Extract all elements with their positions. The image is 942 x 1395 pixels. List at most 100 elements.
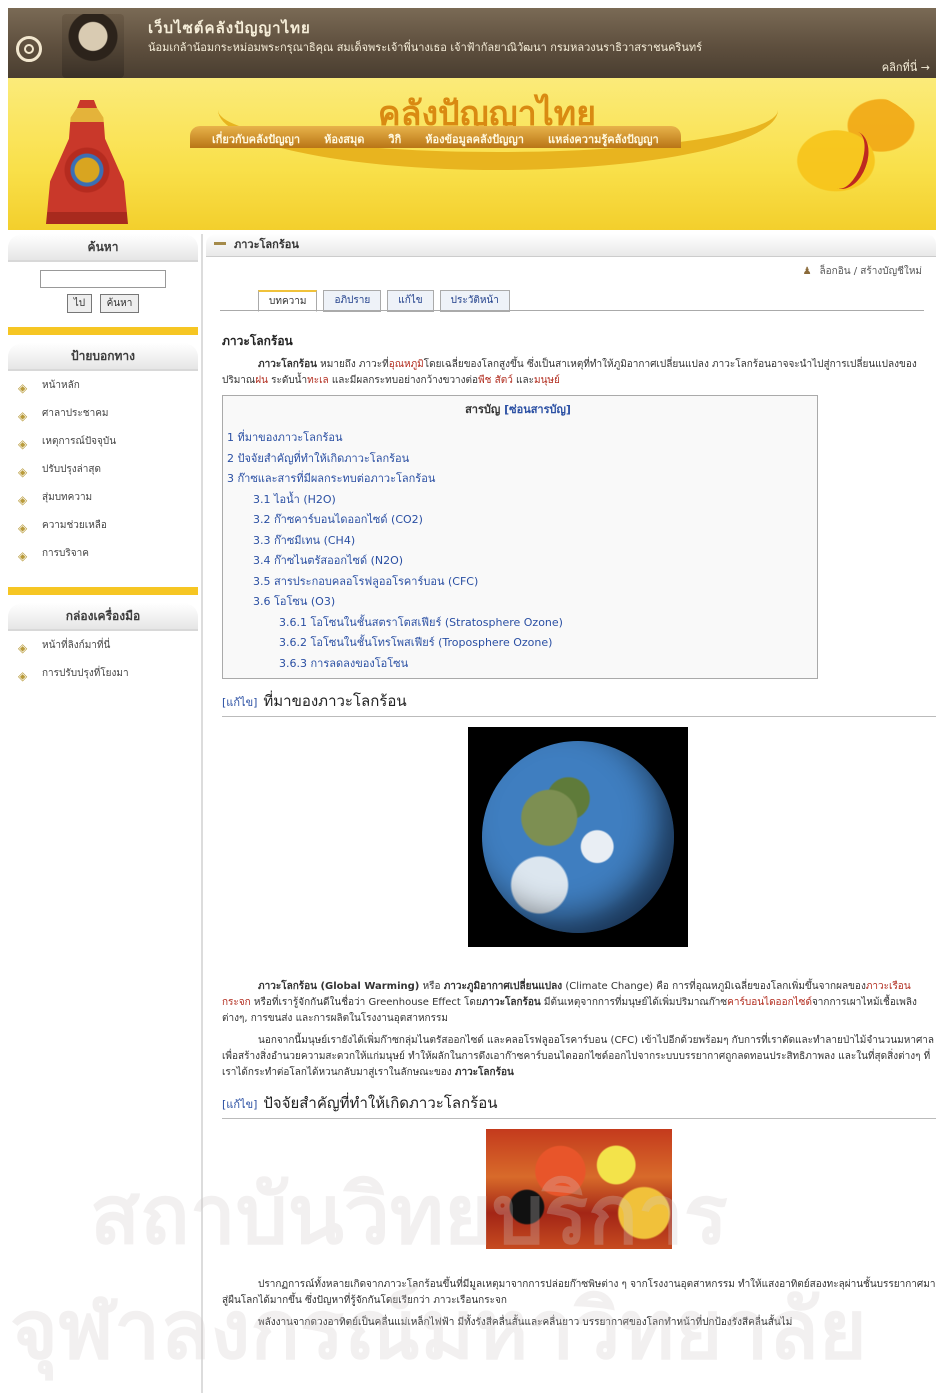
tab-edit[interactable]: แก้ไข <box>387 290 434 312</box>
intro-text: ระดับน้ำ <box>267 375 308 386</box>
user-icon: ♟ <box>802 266 812 277</box>
sidebar-item-donate[interactable]: ◈ การบริจาค <box>18 545 198 573</box>
section-title: ปัจจัยสำคัญที่ทำให้เกิดภาวะโลกร้อน <box>263 1094 498 1112</box>
sidebar-item-label: ปรับปรุงล่าสุด <box>42 464 102 475</box>
toc-item[interactable]: 3.2 ก๊าซคาร์บอนไดออกไซด์ (CO2) <box>227 510 809 531</box>
sidebar-item-label: หน้าหลัก <box>42 380 80 391</box>
sidebar-item-label: การปรับปรุงที่โยงมา <box>42 668 129 679</box>
search-button[interactable]: ค้นหา <box>99 294 140 313</box>
toc-item[interactable]: 3.5 สารประกอบคลอโรฟลูออโรคาร์บอน (CFC) <box>227 572 809 593</box>
toc-toggle[interactable]: [ซ่อนสารบัญ] <box>504 403 571 416</box>
diamond-bullet-icon: ◈ <box>18 465 28 479</box>
human-link[interactable]: มนุษย์ <box>534 375 560 386</box>
tab-underline <box>220 310 924 311</box>
toc-item[interactable]: 1 ที่มาของภาวะโลกร้อน <box>227 428 809 449</box>
nav-item-data-room[interactable]: ห้องข้อมูลคลังปัญญา <box>413 126 536 148</box>
tab-discussion[interactable]: อภิปราย <box>323 290 382 312</box>
plant-link[interactable]: พืช <box>478 375 491 386</box>
site-banner: คลังปัญญาไทย WWW.PANYATHAI.OR.TH <box>8 78 936 230</box>
diamond-bullet-icon: ◈ <box>18 641 28 655</box>
top-title: เว็บไซต์คลังปัญญาไทย <box>148 19 311 37</box>
sidebar-item-recent-changes[interactable]: ◈ ปรับปรุงล่าสุด <box>18 461 198 489</box>
nav-item-knowledge[interactable]: แหล่งความรู้คลังปัญญา <box>536 126 671 148</box>
sidebar-item-label: ศาลาประชาคม <box>42 408 109 419</box>
diamond-bullet-icon: ◈ <box>18 381 28 395</box>
toc-item[interactable]: 3.4 ก๊าซไนตรัสออกไซด์ (N2O) <box>227 551 809 572</box>
search-buttons: ไป ค้นหา <box>8 294 198 313</box>
toc-item[interactable]: 3.6 โอโซน (O3) <box>227 592 809 613</box>
navigation-list: ◈ หน้าหลัก ◈ ศาลาประชาคม ◈ เหตุการณ์ปัจจุบั… <box>8 377 198 573</box>
paragraph-text: นอกจากนี้มนุษย์เรายังได้เพิ่มก๊าซกลุ่มไน… <box>222 1035 935 1078</box>
sidebar-item-community[interactable]: ◈ ศาลาประชาคม <box>18 405 198 433</box>
bold-term: ภาวะโลกร้อน (Global Warming) <box>258 981 420 992</box>
toolbox-heading: กล่องเครื่องมือ <box>8 603 198 631</box>
toc-item[interactable]: 3.6.3 การลดลงของโอโซน <box>227 654 809 675</box>
diamond-bullet-icon: ◈ <box>18 521 28 535</box>
go-button[interactable]: ไป <box>66 294 93 313</box>
toc-item[interactable]: 3.3 ก๊าซมีเทน (CH4) <box>227 531 809 552</box>
top-subtitle: น้อมเกล้าน้อมกระหม่อมพระกรุณาธิคุณ สมเด็… <box>148 41 703 54</box>
tab-history[interactable]: ประวัติหน้า <box>439 290 510 312</box>
login-label: ล็อกอิน / สร้างบัญชีใหม่ <box>819 266 922 277</box>
toolbox-list: ◈ หน้าที่ลิงก์มาที่นี่ ◈ การปรับปรุงที่โยง… <box>8 637 198 693</box>
temperature-link[interactable]: อุณหภูมิ <box>389 359 424 370</box>
royal-seal-icon <box>16 36 42 62</box>
paragraph-text: มีต้นเหตุจากการที่มนุษย์ได้เพิ่มปริมาณก๊… <box>540 997 728 1008</box>
page-tabs: บทความ อภิปราย แก้ไข ประวัติหน้า <box>258 290 510 312</box>
toc-item[interactable]: 3 ก๊าซและสารที่มีผลกระทบต่อภาวะโลกร้อน <box>227 469 809 490</box>
nav-item-about[interactable]: เกี่ยวกับคลังปัญญา <box>200 126 312 148</box>
navigation-heading: ป้ายบอกทาง <box>8 343 198 371</box>
nav-item-wiki[interactable]: วิกิ <box>376 126 413 148</box>
section1-paragraph: ภาวะโลกร้อน (Global Warming) หรือ ภาวะภู… <box>222 979 936 1027</box>
paragraph-text: หรือที่เรารู้จักกันดีในชื่อว่า Greenhous… <box>250 997 482 1008</box>
section-heading-origin: [แก้ไข] ที่มาของภาวะโลกร้อน <box>222 689 936 717</box>
sidebar-item-label: หน้าที่ลิงก์มาที่นี่ <box>42 640 111 651</box>
search-heading: ค้นหา <box>8 234 198 262</box>
diamond-bullet-icon: ◈ <box>18 669 28 683</box>
diamond-bullet-icon: ◈ <box>18 493 28 507</box>
toc-item[interactable]: 3.1 ไอน้ำ (H2O) <box>227 490 809 511</box>
intro-bold: ภาวะโลกร้อน <box>258 359 317 370</box>
bold-term: ภาวะโลกร้อน <box>481 997 541 1008</box>
table-of-contents: สารบัญ [ซ่อนสารบัญ] 1 ที่มาของภาวะโลกร้อ… <box>222 395 818 679</box>
login-link[interactable]: ♟ ล็อกอิน / สร้างบัญชีใหม่ <box>803 264 922 279</box>
sidebar-item-related-changes[interactable]: ◈ การปรับปรุงที่โยงมา <box>18 665 198 693</box>
intro-text: หมายถึง ภาวะที่ <box>316 359 389 370</box>
sidebar-item-what-links-here[interactable]: ◈ หน้าที่ลิงก์มาที่นี่ <box>18 637 198 665</box>
main-nav: เกี่ยวกับคลังปัญญา ห้องสมุด วิกิ ห้องข้อ… <box>190 126 681 148</box>
toc-heading: สารบัญ <box>465 403 501 416</box>
nav-item-library[interactable]: ห้องสมุด <box>312 126 376 148</box>
diamond-bullet-icon: ◈ <box>18 549 28 563</box>
paragraph-text: หรือ <box>419 981 444 992</box>
tab-article[interactable]: บทความ <box>258 290 318 312</box>
bold-term: ภาวะภูมิอากาศเปลี่ยนแปลง <box>443 981 563 992</box>
paragraph-text: (Climate Change) คือ การที่อุณหภูมิเฉลี่… <box>562 981 866 992</box>
toc-item[interactable]: 3.6.2 โอโซนในชั้นโทรโพสเฟียร์ (Troposphe… <box>227 633 809 654</box>
sidebar-divider <box>8 327 198 335</box>
intro-paragraph: ภาวะโลกร้อน หมายถึง ภาวะที่อุณหภูมิโดยเฉ… <box>222 357 936 389</box>
sidebar-item-main-page[interactable]: ◈ หน้าหลัก <box>18 377 198 405</box>
sidebar-item-current-events[interactable]: ◈ เหตุการณ์ปัจจุบัน <box>18 433 198 461</box>
breadcrumb: ภาวะโลกร้อน <box>206 234 936 257</box>
edit-link[interactable]: [แก้ไข] <box>222 696 257 709</box>
animal-link[interactable]: สัตว์ <box>495 375 513 386</box>
sidebar-item-help[interactable]: ◈ ความช่วยเหลือ <box>18 517 198 545</box>
diamond-bullet-icon: ◈ <box>18 409 28 423</box>
royal-portrait-image <box>62 14 124 78</box>
sea-link[interactable]: ทะเล <box>307 375 329 386</box>
toc-item[interactable]: 2 ปัจจัยสำคัญที่ทำให้เกิดภาวะโลกร้อน <box>227 449 809 470</box>
co2-link[interactable]: คาร์บอนไดออกไซด์ <box>727 997 812 1008</box>
rain-link[interactable]: ฝน <box>255 375 268 386</box>
intro-text: และ <box>512 375 534 386</box>
watermark-line-2: จุฬาลงกรณ์มหาวิทยาลัย <box>10 1283 867 1378</box>
toc-item[interactable]: 3.6.1 โอโซนในชั้นสตราโตสเฟียร์ (Stratosp… <box>227 613 809 634</box>
search-input[interactable] <box>40 270 166 288</box>
sidebar-item-random[interactable]: ◈ สุ่มบทความ <box>18 489 198 517</box>
section-title: ที่มาของภาวะโลกร้อน <box>263 692 407 710</box>
click-here-link[interactable]: คลิกที่นี่ → <box>882 58 930 76</box>
sidebar-item-label: การบริจาค <box>42 548 89 559</box>
sidebar-item-label: สุ่มบทความ <box>42 492 93 503</box>
sidebar-item-label: เหตุการณ์ปัจจุบัน <box>42 436 117 447</box>
edit-link[interactable]: [แก้ไข] <box>222 1098 257 1111</box>
toc-title: สารบัญ [ซ่อนสารบัญ] <box>227 400 809 418</box>
